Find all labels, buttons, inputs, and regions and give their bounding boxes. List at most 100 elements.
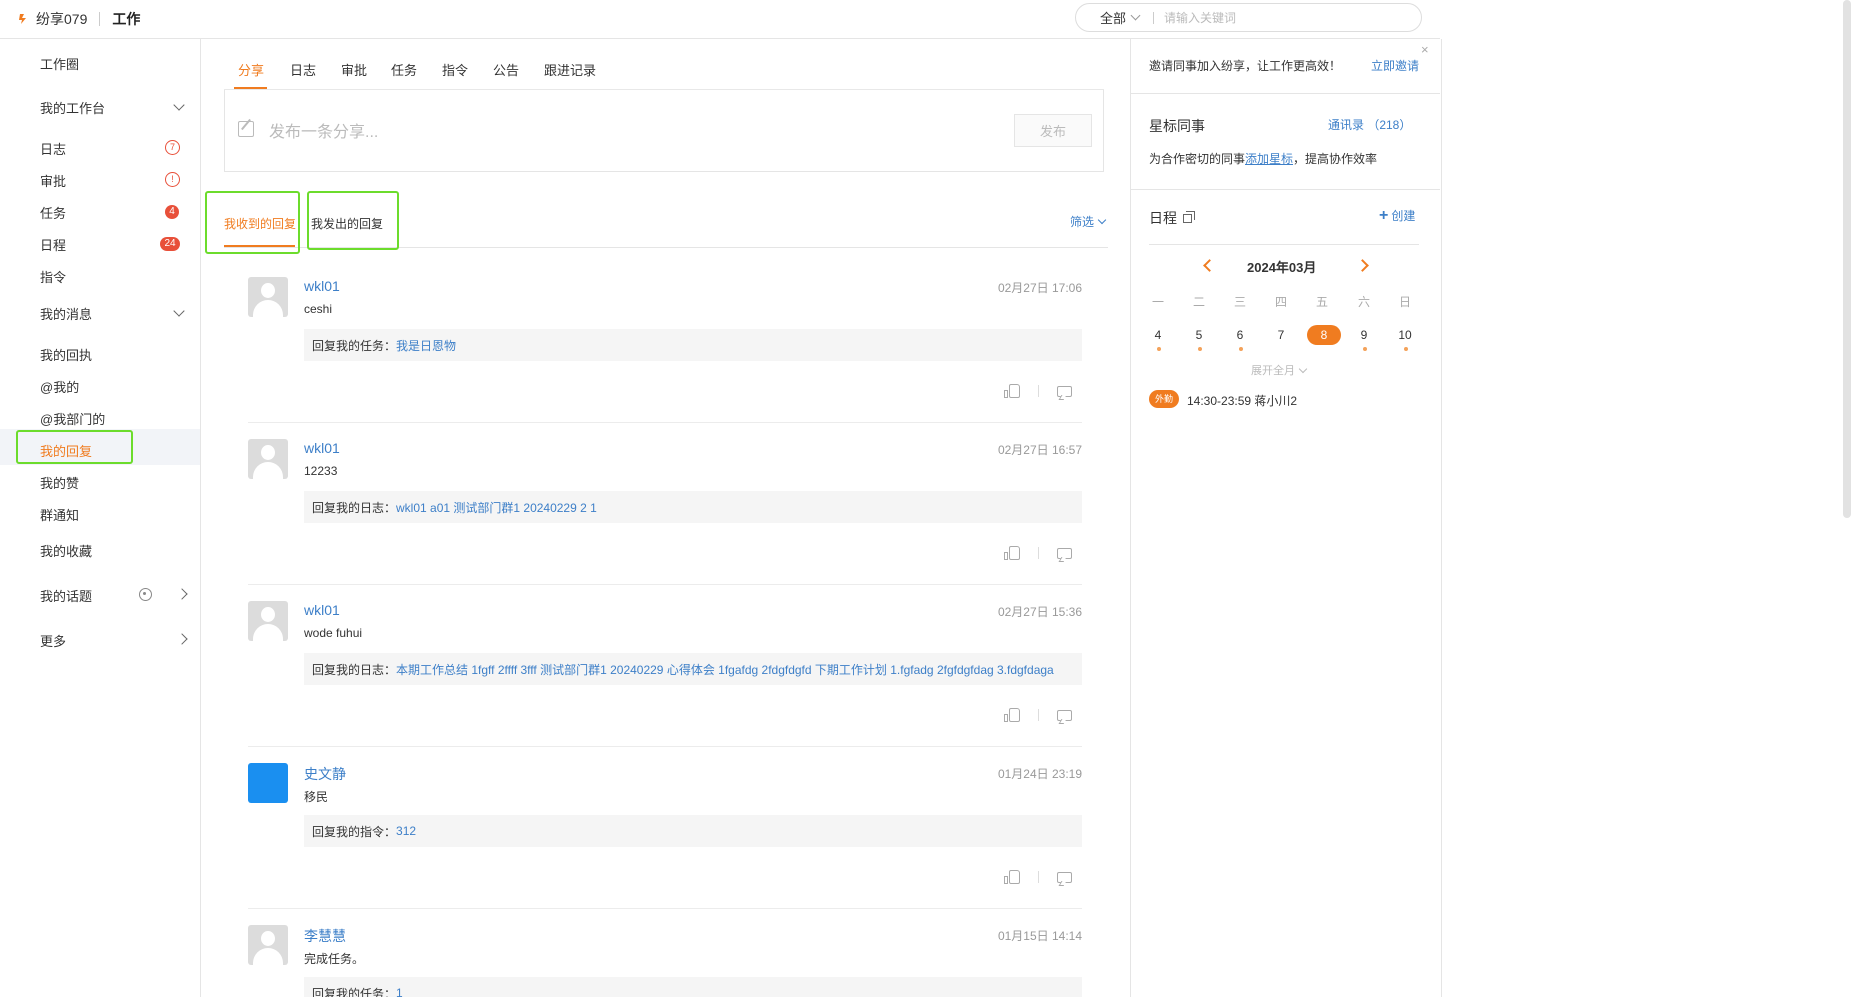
weekday-label: 三	[1233, 295, 1246, 309]
reply-item: wkl01 02月27日 16:57 12233 回复我的日志： wkl01 a…	[248, 439, 1082, 569]
sidebar-item-log[interactable]: 日志	[40, 139, 66, 158]
schedule-event[interactable]: 14:30-23:59 蒋小川2	[1187, 392, 1297, 409]
create-schedule-button[interactable]: + 创建	[1379, 207, 1415, 224]
sidebar-item-schedule[interactable]: 日程	[40, 235, 66, 254]
avatar[interactable]	[248, 277, 288, 317]
section-title: 工作	[112, 11, 141, 27]
filter-dropdown[interactable]: 筛选	[1070, 213, 1107, 230]
starred-colleagues-title: 星标同事	[1149, 118, 1205, 134]
sidebar-item-more[interactable]: 更多	[40, 631, 66, 650]
timestamp: 02月27日 17:06	[997, 281, 1082, 295]
tab-approval[interactable]: 审批	[341, 60, 367, 79]
active-tab-indicator	[234, 87, 267, 89]
sidebar-item-workbench[interactable]: 我的工作台	[40, 98, 190, 117]
close-icon[interactable]: ×	[1421, 42, 1429, 57]
sidebar-item-group-notice[interactable]: 群通知	[40, 505, 79, 524]
sidebar-item-at-dept[interactable]: @我部门的	[40, 409, 105, 428]
tab-follow-up[interactable]: 跟进记录	[544, 60, 596, 79]
search-box: 全部	[1075, 3, 1422, 32]
like-icon[interactable]	[1004, 546, 1020, 560]
tab-task[interactable]: 任务	[391, 60, 417, 79]
schedule-header: 日程	[1149, 208, 1195, 228]
event-dot	[1363, 347, 1367, 351]
item-divider	[248, 908, 1082, 909]
contacts-link[interactable]: 通讯录 （218）	[1328, 116, 1411, 133]
sidebar-item-task[interactable]: 任务	[40, 203, 66, 222]
sidebar-item-at-me[interactable]: @我的	[40, 377, 79, 396]
tab-share[interactable]: 分享	[238, 60, 264, 79]
gear-icon[interactable]	[139, 588, 152, 601]
user-name[interactable]: 李慧慧	[304, 926, 346, 946]
action-separator	[1038, 385, 1039, 397]
quote-link[interactable]: 我是日恩物	[396, 337, 456, 354]
like-icon[interactable]	[1004, 870, 1020, 884]
search-divider	[1153, 11, 1155, 24]
like-icon[interactable]	[1004, 708, 1020, 722]
reply-actions	[1004, 546, 1072, 560]
comment-icon[interactable]	[1057, 709, 1072, 721]
sidebar-item-work-circle[interactable]: 工作圈	[40, 54, 79, 73]
user-name[interactable]: 史文静	[304, 764, 346, 784]
quote-link[interactable]: wkl01 a01 测试部门群1 20240229 2 1	[396, 499, 597, 516]
action-separator	[1038, 871, 1039, 883]
search-scope-dropdown[interactable]: 全部	[1100, 8, 1141, 27]
schedule-title: 日程	[1149, 210, 1177, 226]
like-icon[interactable]	[1004, 384, 1020, 398]
highlight-box-sent-replies	[307, 191, 399, 250]
avatar[interactable]	[248, 763, 288, 803]
calendar-day[interactable]: 10	[1390, 328, 1420, 342]
calendar-day[interactable]: 5	[1184, 328, 1214, 342]
calendar-day[interactable]: 9	[1349, 328, 1379, 342]
add-star-link[interactable]: 添加星标	[1245, 152, 1293, 166]
filter-label: 筛选	[1070, 215, 1095, 229]
quote-link[interactable]: 本期工作总结 1fgff 2ffff 3fff 测试部门群1 20240229 …	[396, 661, 1054, 678]
calendar-day[interactable]: 6	[1225, 328, 1255, 342]
reply-item: 史文静 01月24日 23:19 移民 回复我的指令： 312	[248, 763, 1082, 893]
quote-link[interactable]: 1	[396, 986, 403, 997]
tab-log[interactable]: 日志	[290, 60, 316, 79]
copy-icon[interactable]	[1183, 210, 1195, 223]
event-dot	[1157, 347, 1161, 351]
invite-now-link[interactable]: 立即邀请	[1371, 57, 1419, 74]
top-bar: 纷享079 工作 全部	[0, 0, 1440, 39]
reply-text: wode fuhui	[304, 626, 363, 640]
sidebar-item-my-likes[interactable]: 我的赞	[40, 473, 79, 492]
avatar[interactable]	[248, 439, 288, 479]
highlight-box-received-replies	[205, 191, 300, 254]
calendar-day-today[interactable]: 8	[1309, 328, 1339, 342]
brand-name[interactable]: 纷享079	[36, 9, 87, 29]
action-separator	[1038, 547, 1039, 559]
user-name[interactable]: wkl01	[304, 440, 340, 456]
sidebar-item-command[interactable]: 指令	[40, 267, 66, 286]
composer-placeholder[interactable]: 发布一条分享...	[269, 118, 378, 142]
right-panel	[1130, 39, 1442, 997]
calendar-day[interactable]: 4	[1143, 328, 1173, 342]
sidebar-item-messages[interactable]: 我的消息	[40, 304, 92, 323]
reply-item: wkl01 02月27日 15:36 wode fuhui 回复我的日志： 本期…	[248, 601, 1082, 731]
sidebar-item-topics[interactable]: 我的话题	[40, 586, 92, 605]
avatar[interactable]	[248, 925, 288, 965]
avatar[interactable]	[248, 601, 288, 641]
scrollbar-thumb[interactable]	[1843, 0, 1851, 518]
comment-icon[interactable]	[1057, 385, 1072, 397]
user-name[interactable]: wkl01	[304, 602, 340, 618]
timestamp: 01月15日 14:14	[997, 929, 1082, 943]
sidebar-item-approval[interactable]: 审批	[40, 171, 66, 190]
quote-prefix: 回复我的日志：	[312, 500, 397, 515]
tab-command[interactable]: 指令	[442, 60, 468, 79]
calendar-divider	[1149, 244, 1419, 245]
quote-link[interactable]: 312	[396, 824, 416, 838]
calendar-day[interactable]: 7	[1266, 328, 1296, 342]
weekday-label: 六	[1357, 295, 1370, 309]
tab-announcement[interactable]: 公告	[493, 60, 519, 79]
comment-icon[interactable]	[1057, 547, 1072, 559]
comment-icon[interactable]	[1057, 871, 1072, 883]
expand-month-button[interactable]: 展开全月	[1251, 362, 1308, 378]
search-input[interactable]	[1162, 9, 1387, 26]
sidebar-item-receipts[interactable]: 我的回执	[40, 345, 92, 364]
publish-button[interactable]: 发布	[1014, 114, 1092, 147]
user-name[interactable]: wkl01	[304, 278, 340, 294]
sidebar-item-favorites[interactable]: 我的收藏	[40, 541, 92, 560]
reply-quote: 回复我的日志： wkl01 a01 测试部门群1 20240229 2 1	[304, 491, 1082, 523]
reply-item: 李慧慧 01月15日 14:14 完成任务。 回复我的任务： 1	[248, 925, 1082, 997]
